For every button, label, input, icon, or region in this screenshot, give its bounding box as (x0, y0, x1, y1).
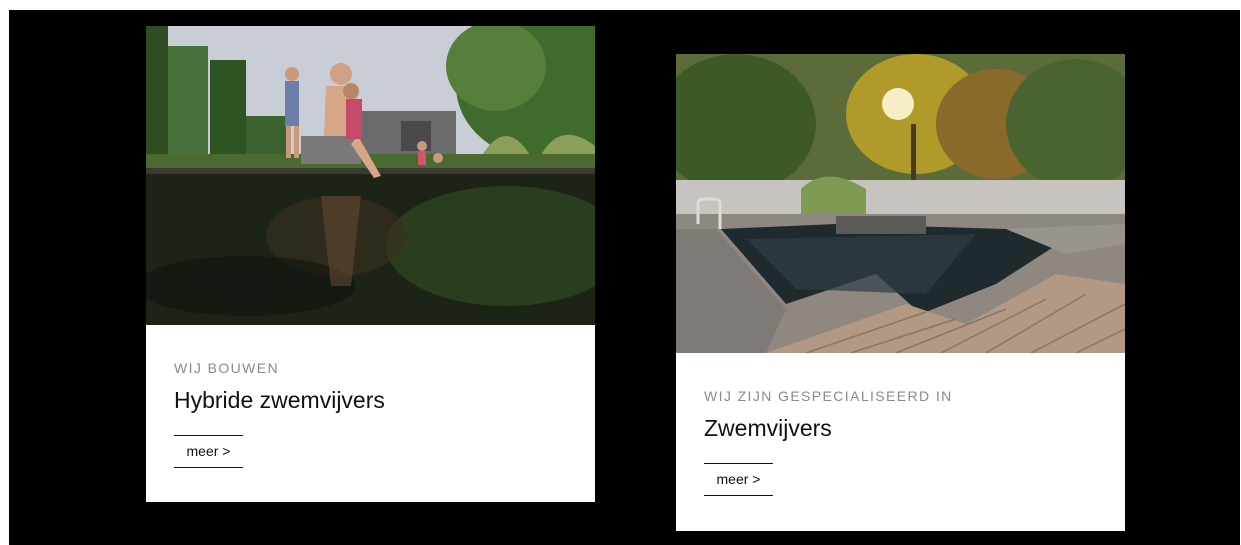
card-title[interactable]: Hybride zwemvijvers (174, 386, 567, 414)
pool-photo-illustration (676, 54, 1125, 353)
card-body: WIJ ZIJN GESPECIALISEERD IN Zwemvijvers … (676, 388, 1125, 496)
card-zwemvijvers[interactable]: WIJ ZIJN GESPECIALISEERD IN Zwemvijvers … (676, 54, 1125, 531)
card-body: WIJ BOUWEN Hybride zwemvijvers meer > (146, 360, 595, 468)
page-background: WIJ BOUWEN Hybride zwemvijvers meer > WI… (9, 10, 1240, 545)
card-title[interactable]: Zwemvijvers (704, 414, 1097, 442)
card-hybride-zwemvijvers[interactable]: WIJ BOUWEN Hybride zwemvijvers meer > (146, 26, 595, 502)
meer-button[interactable]: meer > (704, 463, 773, 496)
pool-photo-illustration (146, 26, 595, 325)
card-image-people-at-pool[interactable] (146, 26, 595, 325)
card-eyebrow: WIJ BOUWEN (174, 360, 279, 376)
meer-button[interactable]: meer > (174, 435, 243, 468)
card-eyebrow: WIJ ZIJN GESPECIALISEERD IN (704, 388, 953, 404)
card-image-pool-with-deck[interactable] (676, 54, 1125, 353)
